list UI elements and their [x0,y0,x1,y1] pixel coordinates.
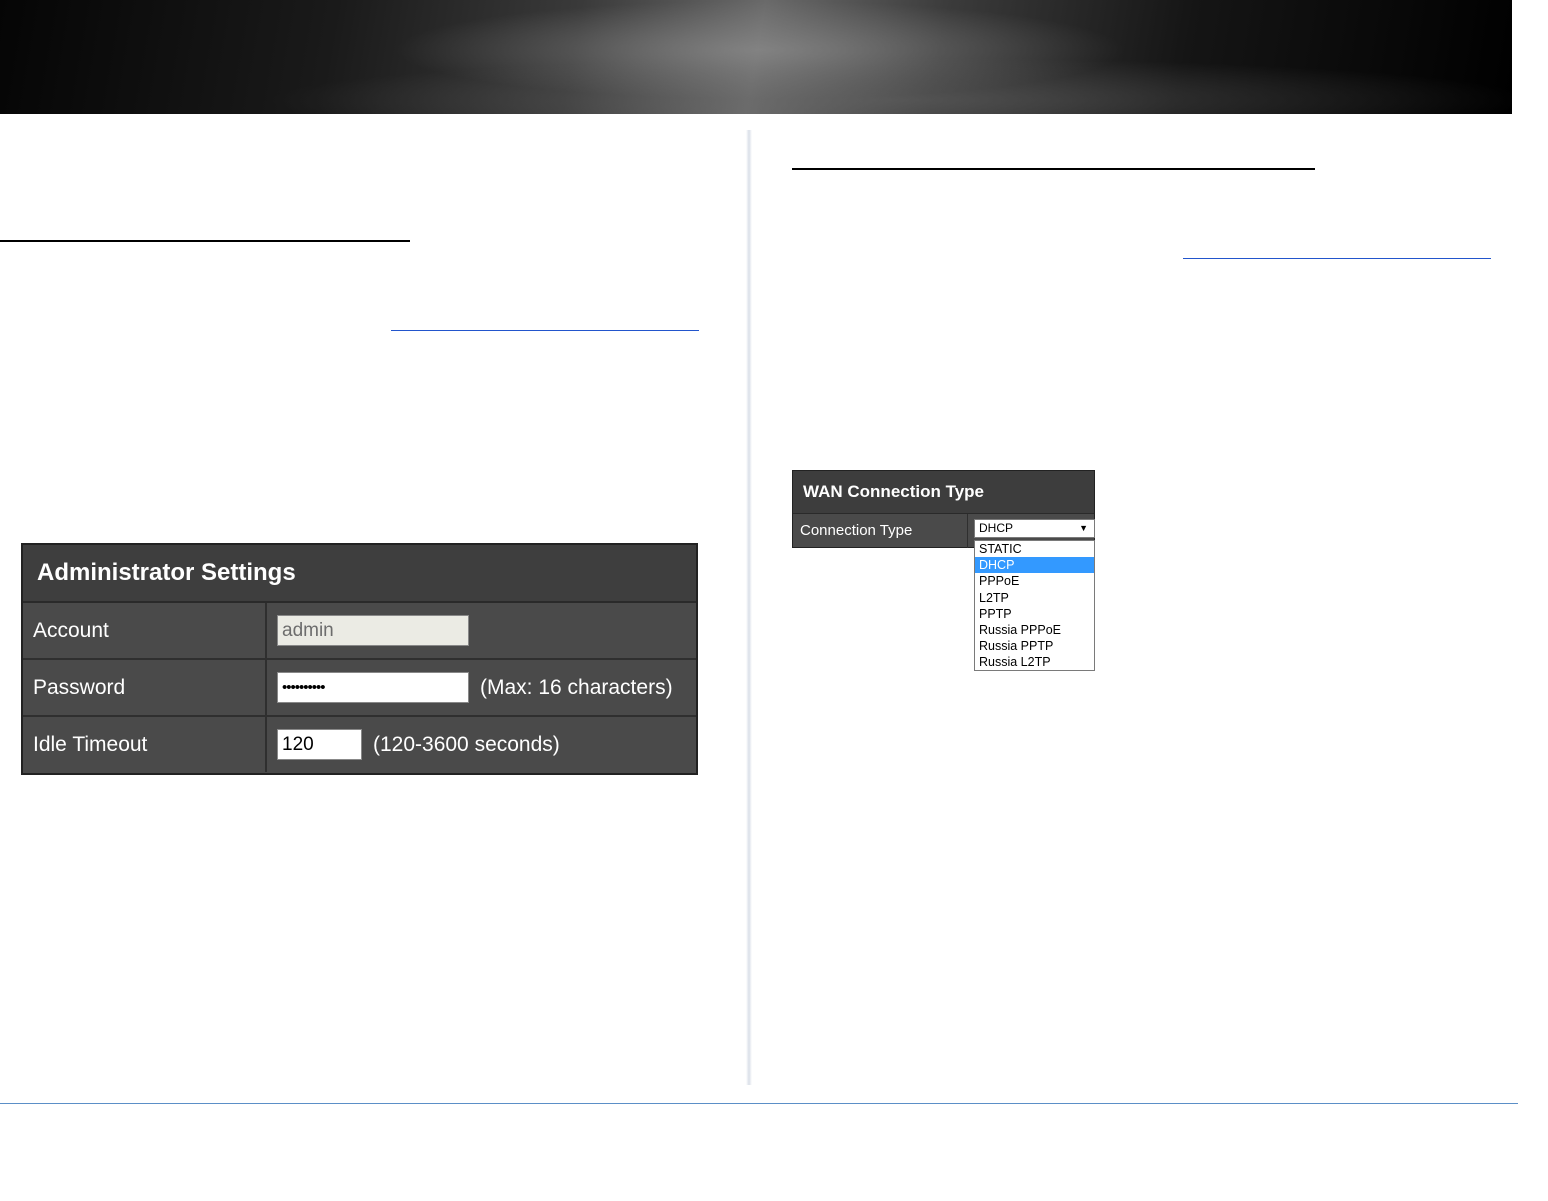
option-russia-l2tp[interactable]: Russia L2TP [975,654,1094,670]
option-russia-pppoe[interactable]: Russia PPPoE [975,622,1094,638]
option-russia-pptp[interactable]: Russia PPTP [975,638,1094,654]
administrator-settings-panel: Administrator Settings Account admin Pas… [21,543,698,775]
password-row: Password •••••••••• (Max: 16 characters) [23,660,696,717]
right-link-underline [1183,258,1491,259]
option-pptp[interactable]: PPTP [975,606,1094,622]
column-divider [746,130,752,1085]
dropdown-arrow-icon: ▼ [1079,523,1088,533]
account-label: Account [23,603,267,658]
password-hint: (Max: 16 characters) [480,676,673,699]
idle-timeout-hint: (120-3600 seconds) [373,733,560,756]
option-pppoe[interactable]: PPPoE [975,573,1094,589]
idle-timeout-label: Idle Timeout [23,717,267,772]
header-banner-sheen [0,0,1512,114]
password-field[interactable]: •••••••••• [277,672,469,703]
idle-timeout-row: Idle Timeout 120 (120-3600 seconds) [23,717,696,772]
connection-type-options: STATIC DHCP PPPoE L2TP PPTP Russia PPPoE… [974,540,1095,671]
left-link-underline [391,330,699,331]
option-dhcp[interactable]: DHCP [975,557,1094,574]
password-label: Password [23,660,267,715]
footer-rule [0,1103,1518,1104]
wan-connection-title: WAN Connection Type [793,471,1094,514]
connection-type-label: Connection Type [793,514,968,548]
option-static[interactable]: STATIC [975,541,1094,557]
account-field[interactable]: admin [277,615,469,646]
account-row: Account admin [23,603,696,660]
connection-type-selected: DHCP [979,521,1014,535]
right-section-rule [792,168,1315,170]
option-l2tp[interactable]: L2TP [975,590,1094,606]
left-section-rule [0,240,410,242]
idle-timeout-field[interactable]: 120 [277,729,362,760]
connection-type-select[interactable]: DHCP ▼ [974,519,1095,538]
admin-settings-title: Administrator Settings [23,545,696,603]
